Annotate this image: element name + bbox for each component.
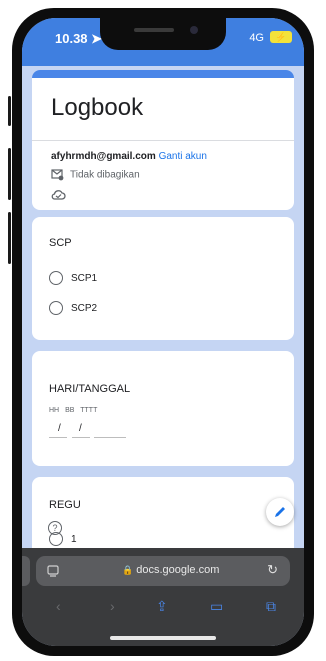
back-icon[interactable]: ‹ bbox=[56, 598, 61, 614]
header-divider bbox=[32, 140, 294, 141]
radio-button[interactable] bbox=[49, 301, 63, 315]
cloud-icon bbox=[51, 190, 66, 200]
radio-option-scp2[interactable]: SCP2 bbox=[49, 301, 97, 315]
edit-button[interactable] bbox=[266, 498, 294, 526]
question-title-regu: REGU bbox=[49, 499, 81, 511]
radio-label: 1 bbox=[71, 533, 77, 545]
year-label: TTTT bbox=[80, 407, 98, 414]
browser-chrome: 🔒 docs.google.com ↻ ‹ › ⇪ ▭ ⧉ bbox=[22, 548, 304, 646]
question-title-scp: SCP bbox=[49, 237, 72, 249]
year-input[interactable] bbox=[94, 437, 126, 438]
date-separator: / bbox=[79, 423, 82, 434]
previous-tab-edge[interactable] bbox=[22, 556, 30, 586]
share-status: Tidak dibagikan bbox=[70, 169, 140, 181]
radio-button[interactable] bbox=[49, 271, 63, 285]
month-input[interactable] bbox=[72, 437, 90, 438]
question-card-scp: SCP SCP1 SCP2 bbox=[32, 217, 294, 340]
browser-toolbar: ‹ › ⇪ ▭ ⧉ bbox=[22, 594, 304, 620]
share-status-row: Tidak dibagikan bbox=[51, 169, 140, 181]
month-label: BB bbox=[65, 407, 75, 414]
mute-switch bbox=[8, 96, 11, 126]
reload-icon[interactable]: ↻ bbox=[267, 562, 278, 578]
question-card-date: HARI/TANGGAL HH BB TTTT / / bbox=[32, 351, 294, 466]
volume-up-button bbox=[8, 148, 11, 200]
phone-screen: 10.38 ➤ 4G ⚡ Logbook afyhrmdh@gmail.com … bbox=[22, 18, 304, 646]
volume-down-button bbox=[8, 212, 11, 264]
account-row: afyhrmdh@gmail.com Ganti akun bbox=[51, 151, 207, 162]
radio-label: SCP1 bbox=[71, 272, 98, 284]
edit-pencil-icon bbox=[275, 507, 285, 517]
battery-charging-icon: ⚡ bbox=[270, 31, 292, 43]
form-title: Logbook bbox=[51, 94, 144, 121]
network-indicator: 4G bbox=[249, 32, 264, 44]
form-header-card: Logbook afyhrmdh@gmail.com Ganti akun Ti… bbox=[32, 70, 294, 210]
share-icon[interactable]: ⇪ bbox=[156, 598, 168, 615]
mail-share-icon bbox=[51, 169, 64, 181]
radio-option-scp1[interactable]: SCP1 bbox=[49, 271, 97, 285]
url-display: 🔒 docs.google.com bbox=[122, 564, 220, 576]
home-indicator bbox=[110, 636, 216, 640]
tabs-overview-icon[interactable]: ⧉ bbox=[266, 598, 276, 615]
bookmarks-icon[interactable]: ▭ bbox=[210, 598, 223, 615]
status-time: 10.38 ➤ bbox=[55, 31, 103, 46]
notch bbox=[100, 18, 226, 50]
switch-account-link[interactable]: Ganti akun bbox=[159, 151, 207, 162]
question-title-date: HARI/TANGGAL bbox=[49, 383, 131, 395]
tabs-icon[interactable] bbox=[46, 564, 60, 578]
account-email: afyhrmdh@gmail.com bbox=[51, 151, 156, 162]
date-field-labels: HH BB TTTT bbox=[49, 407, 97, 414]
day-label: HH bbox=[49, 407, 60, 414]
day-input[interactable] bbox=[49, 437, 67, 438]
address-bar[interactable]: 🔒 docs.google.com ↻ bbox=[36, 556, 290, 586]
help-icon[interactable]: ? bbox=[48, 521, 62, 535]
forward-icon[interactable]: › bbox=[110, 598, 115, 614]
radio-label: SCP2 bbox=[71, 302, 98, 314]
date-separator: / bbox=[58, 423, 61, 434]
form-accent-bar bbox=[32, 70, 294, 78]
lock-icon: 🔒 bbox=[122, 565, 134, 575]
status-bar: 10.38 ➤ 4G ⚡ bbox=[22, 18, 304, 66]
